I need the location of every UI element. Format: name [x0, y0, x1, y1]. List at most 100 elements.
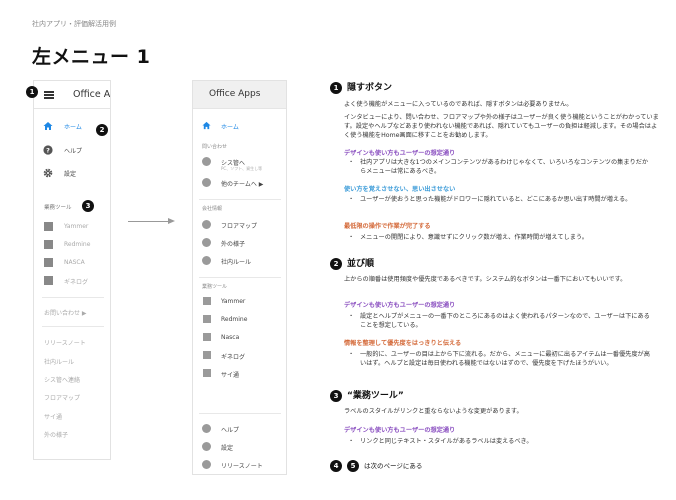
page-title: 左メニュー 1 — [32, 46, 151, 68]
link-saitsu[interactable]: サイ通 — [44, 412, 62, 421]
home-icon — [43, 122, 53, 130]
item-icon — [202, 178, 211, 187]
badge-3: 3 — [82, 200, 94, 212]
paragraph: ラベルのスタイルがリンクと重ならないような変更があります。 — [344, 408, 523, 415]
tool-link-gineroger[interactable]: ギネログ — [64, 277, 88, 286]
menu-item-label: 設定 — [221, 445, 234, 452]
menu-item-saitsu[interactable]: サイ通 — [193, 368, 286, 380]
menu-item-label: 他のチームへ ▶ — [221, 181, 264, 188]
item-icon — [203, 315, 211, 323]
section-label-tools: 業務ツール — [202, 284, 228, 290]
menu-item-redmine[interactable]: Redmine — [193, 314, 286, 326]
menu-item-contact-sysadmin[interactable]: シス管へ PC、ソフト、資生し等 — [193, 156, 286, 176]
badge-4: 4 — [330, 460, 342, 472]
menu-item-release-notes[interactable]: リリースノート — [193, 459, 286, 471]
divider — [199, 413, 281, 414]
badge-2: 2 — [330, 257, 342, 270]
link-contact-sysadmin[interactable]: シス管へ連絡 — [44, 375, 80, 384]
subheading: 最低限の操作で作業が完了する — [344, 223, 431, 230]
section-label-company: 会社情報 — [202, 206, 223, 212]
menu-item-other-team[interactable]: 他のチームへ ▶ — [193, 177, 286, 189]
tool-link-nasca[interactable]: NASCA — [64, 259, 85, 266]
menu-item-floor-map[interactable]: フロアマップ — [193, 219, 286, 231]
section-heading-3: 3 “業務ツール” — [330, 388, 404, 402]
link-release-notes[interactable]: リリースノート — [44, 338, 86, 347]
item-icon — [203, 333, 211, 341]
app-title: Office Ap — [73, 89, 111, 100]
subheading: 使い方を覚えさせない、思い出させない — [344, 186, 456, 193]
menu-item-label: Yammer — [221, 298, 246, 305]
subheading: デザインも使い方もユーザーの想定通り — [344, 427, 456, 434]
divider — [42, 326, 104, 327]
item-icon — [203, 369, 211, 377]
left-menu-panel: Office Ap ホーム ? ヘルプ 設定 業務ツール Yammer Redm… — [33, 80, 111, 460]
menu-item-yammer[interactable]: Yammer — [193, 296, 286, 308]
link-floor-map[interactable]: フロアマップ — [44, 393, 80, 402]
menu-item-label: ヘルプ — [221, 427, 240, 434]
section-heading-2: 2 並び順 — [330, 256, 374, 270]
gear-icon — [43, 168, 53, 178]
menu-item-sublabel: PC、ソフト、資生し等 — [221, 166, 263, 171]
tool-icon — [44, 222, 53, 231]
menu-item-label: サイ通 — [221, 372, 240, 379]
section-label-inquiry: 問い合わせ — [202, 144, 228, 150]
link-outside-view[interactable]: 外の様子 — [44, 430, 68, 439]
item-icon — [203, 351, 211, 359]
menu-item-label: リリースノート — [221, 463, 263, 470]
sidebar-item-label: 設定 — [64, 171, 77, 178]
item-icon — [202, 460, 211, 469]
footer-note: 4 5 は次のページにある — [330, 460, 422, 472]
section-heading-1: 1 隠すボタン — [330, 80, 392, 94]
tool-link-yammer[interactable]: Yammer — [64, 223, 88, 230]
item-icon — [202, 442, 211, 451]
menu-item-company-rules[interactable]: 社内ルール — [193, 255, 286, 267]
breadcrumb: 社内アプリ・評価解活用例 — [32, 20, 116, 28]
svg-text:?: ? — [46, 146, 50, 154]
menu-item-home[interactable]: ホーム — [193, 121, 286, 133]
tool-icon — [44, 276, 53, 285]
menu-item-label: Nasca — [221, 334, 240, 341]
badge-1: 1 — [330, 81, 342, 94]
item-icon — [202, 157, 211, 166]
sidebar-item-settings[interactable]: 設定 — [34, 166, 110, 182]
divider — [199, 199, 281, 200]
paragraph: インタビューにより、問い合わせ、フロアマップや外の様子はユーザーが良く使う機能と… — [344, 114, 659, 139]
divider — [199, 277, 281, 278]
list-item: リンクと同じテキスト・スタイルがあるラベルは変えるべき。 — [348, 437, 654, 446]
inquiry-link[interactable]: お問い合わせ ▶ — [44, 308, 87, 317]
badge-2: 2 — [96, 124, 108, 136]
tool-icon — [44, 240, 53, 249]
hamburger-icon[interactable] — [44, 91, 54, 99]
menu-item-label: Redmine — [221, 316, 248, 323]
list-item: メニューの開閉により、意識せずにクリック数が増え、作業時間が増えてしまう。 — [348, 233, 654, 242]
menu-item-settings[interactable]: 設定 — [193, 441, 286, 453]
item-icon — [203, 297, 211, 305]
list-item: ユーザーが使おうと思った機能がドロワーに隠れていると、どこにあるか思い出す時間が… — [348, 195, 654, 204]
proposed-menu-header: Office Apps — [193, 81, 286, 109]
menu-item-nasca[interactable]: Nasca — [193, 332, 286, 344]
badge-5: 5 — [347, 460, 359, 472]
help-icon: ? — [43, 145, 53, 155]
subheading: 情報を整理して優先度をはっきりと伝える — [344, 340, 462, 347]
item-icon — [202, 220, 211, 229]
menu-item-gineroger[interactable]: ギネログ — [193, 350, 286, 362]
badge-3: 3 — [330, 389, 342, 402]
menu-item-label: ギネログ — [221, 354, 246, 361]
item-icon — [202, 238, 211, 247]
sidebar-item-label: ヘルプ — [64, 148, 83, 155]
menu-item-label: 社内ルール — [221, 259, 252, 266]
sidebar-item-help[interactable]: ? ヘルプ — [34, 143, 110, 159]
app-title: Office Apps — [209, 89, 261, 99]
list-item: 社内アプリは大きな1つのメインコンテンツがあるわけじゃなくて、いろいろなコンテン… — [348, 158, 654, 176]
link-company-rules[interactable]: 社内ルール — [44, 357, 74, 366]
subheading: デザインも使い方もユーザーの想定通り — [344, 302, 456, 309]
transition-arrow-head — [168, 218, 175, 224]
home-icon — [202, 121, 211, 130]
item-icon — [202, 256, 211, 265]
menu-item-help[interactable]: ヘルプ — [193, 423, 286, 435]
tools-section-label: 業務ツール — [44, 205, 72, 211]
menu-item-outside-view[interactable]: 外の様子 — [193, 237, 286, 249]
proposed-menu-panel: Office Apps ホーム 問い合わせ シス管へ PC、ソフト、資生し等 他… — [192, 80, 287, 475]
subheading: デザインも使い方もユーザーの想定通り — [344, 150, 456, 157]
tool-link-redmine[interactable]: Redmine — [64, 241, 90, 248]
